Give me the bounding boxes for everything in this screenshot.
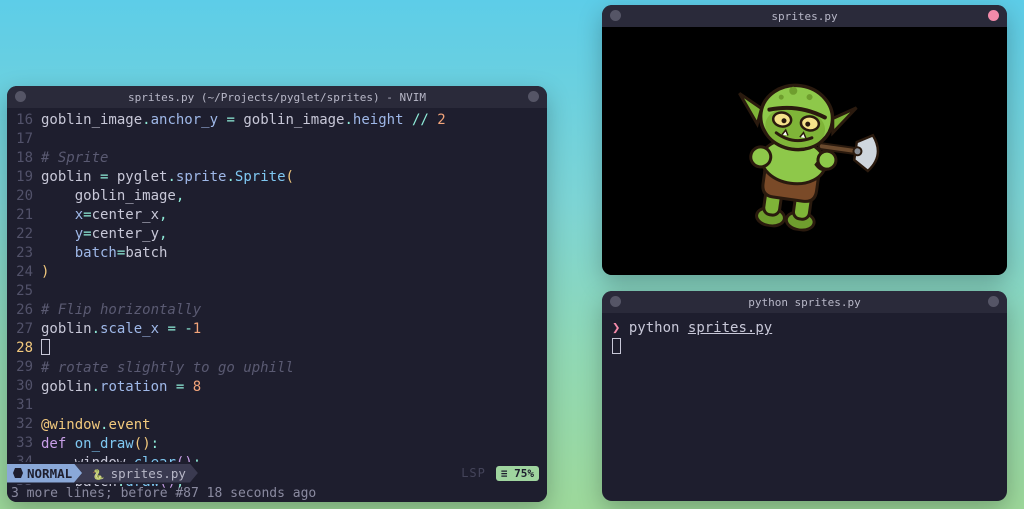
window-control-icon[interactable] <box>15 91 26 102</box>
lsp-indicator: LSP <box>461 466 486 480</box>
line-number: 30 <box>7 377 33 396</box>
vim-mode-badge: NORMAL <box>7 464 82 483</box>
line-number: 18 <box>7 149 33 168</box>
code-area[interactable]: 1617181920212223242526272829303132333435… <box>7 108 547 462</box>
line-number: 16 <box>7 111 33 130</box>
terminal-line <box>612 338 997 357</box>
editor-titlebar[interactable]: sprites.py (~/Projects/pyglet/sprites) -… <box>7 86 547 108</box>
code-line[interactable]: x=center_x, <box>41 206 547 225</box>
line-number: 27 <box>7 320 33 339</box>
line-number: 31 <box>7 396 33 415</box>
line-number: 17 <box>7 130 33 149</box>
line-number: 26 <box>7 301 33 320</box>
line-number: 20 <box>7 187 33 206</box>
line-number: 19 <box>7 168 33 187</box>
code-line[interactable] <box>41 397 547 416</box>
code-line[interactable]: @window.event <box>41 416 547 435</box>
line-number: 28 <box>7 339 33 358</box>
status-right: LSP ≡ 75% <box>461 466 539 481</box>
game-canvas <box>602 27 1007 275</box>
line-number: 21 <box>7 206 33 225</box>
code-line[interactable]: goblin.rotation = 8 <box>41 378 547 397</box>
code-line[interactable]: goblin.scale_x = -1 <box>41 320 547 339</box>
window-control-icon[interactable] <box>988 296 999 307</box>
line-number: 22 <box>7 225 33 244</box>
code-line[interactable]: y=center_y, <box>41 225 547 244</box>
game-titlebar[interactable]: sprites.py <box>602 5 1007 27</box>
line-number: 33 <box>7 434 33 453</box>
python-icon <box>92 466 104 481</box>
game-title: sprites.py <box>771 10 837 23</box>
editor-title: sprites.py (~/Projects/pyglet/sprites) -… <box>128 91 426 104</box>
code-line[interactable]: # rotate slightly to go uphill <box>41 359 547 378</box>
line-number: 32 <box>7 415 33 434</box>
terminal-arg: sprites.py <box>688 320 772 336</box>
filename-label: sprites.py <box>111 466 186 481</box>
window-control-icon[interactable] <box>528 91 539 102</box>
code-line[interactable]: goblin = pyglet.sprite.Sprite( <box>41 168 547 187</box>
line-number: 29 <box>7 358 33 377</box>
line-number: 25 <box>7 282 33 301</box>
code-line[interactable]: batch=batch <box>41 244 547 263</box>
code-line[interactable]: # Sprite <box>41 149 547 168</box>
prompt-icon: ❯ <box>612 320 620 336</box>
cursor-icon <box>41 339 50 355</box>
terminal-titlebar[interactable]: python sprites.py <box>602 291 1007 313</box>
cursor-icon <box>612 338 621 354</box>
window-control-icon[interactable] <box>988 10 999 21</box>
code-line[interactable]: ) <box>41 263 547 282</box>
code-content[interactable]: goblin_image.anchor_y = goblin_image.hei… <box>41 111 547 462</box>
line-gutter: 1617181920212223242526272829303132333435 <box>7 111 41 462</box>
editor-window: sprites.py (~/Projects/pyglet/sprites) -… <box>7 86 547 502</box>
terminal-line: ❯ python sprites.py <box>612 319 997 338</box>
window-control-icon[interactable] <box>610 10 621 21</box>
window-control-icon[interactable] <box>610 296 621 307</box>
line-number: 23 <box>7 244 33 263</box>
code-line[interactable]: def on_draw(): <box>41 435 547 454</box>
code-line[interactable]: # Flip horizontally <box>41 301 547 320</box>
scroll-percent-badge: ≡ 75% <box>496 466 539 481</box>
code-line[interactable] <box>41 130 547 149</box>
code-line[interactable] <box>41 339 547 359</box>
code-line[interactable]: goblin_image.anchor_y = goblin_image.hei… <box>41 111 547 130</box>
status-bar: NORMAL sprites.py LSP ≡ 75% <box>7 462 547 484</box>
terminal-window: python sprites.py ❯ python sprites.py <box>602 291 1007 501</box>
game-window: sprites.py <box>602 5 1007 275</box>
terminal-body[interactable]: ❯ python sprites.py <box>602 313 1007 501</box>
goblin-sprite <box>719 61 890 240</box>
terminal-title: python sprites.py <box>748 296 861 309</box>
file-segment: sprites.py <box>74 464 198 483</box>
terminal-command: python <box>629 320 680 336</box>
code-line[interactable] <box>41 282 547 301</box>
line-number: 24 <box>7 263 33 282</box>
code-line[interactable]: goblin_image, <box>41 187 547 206</box>
